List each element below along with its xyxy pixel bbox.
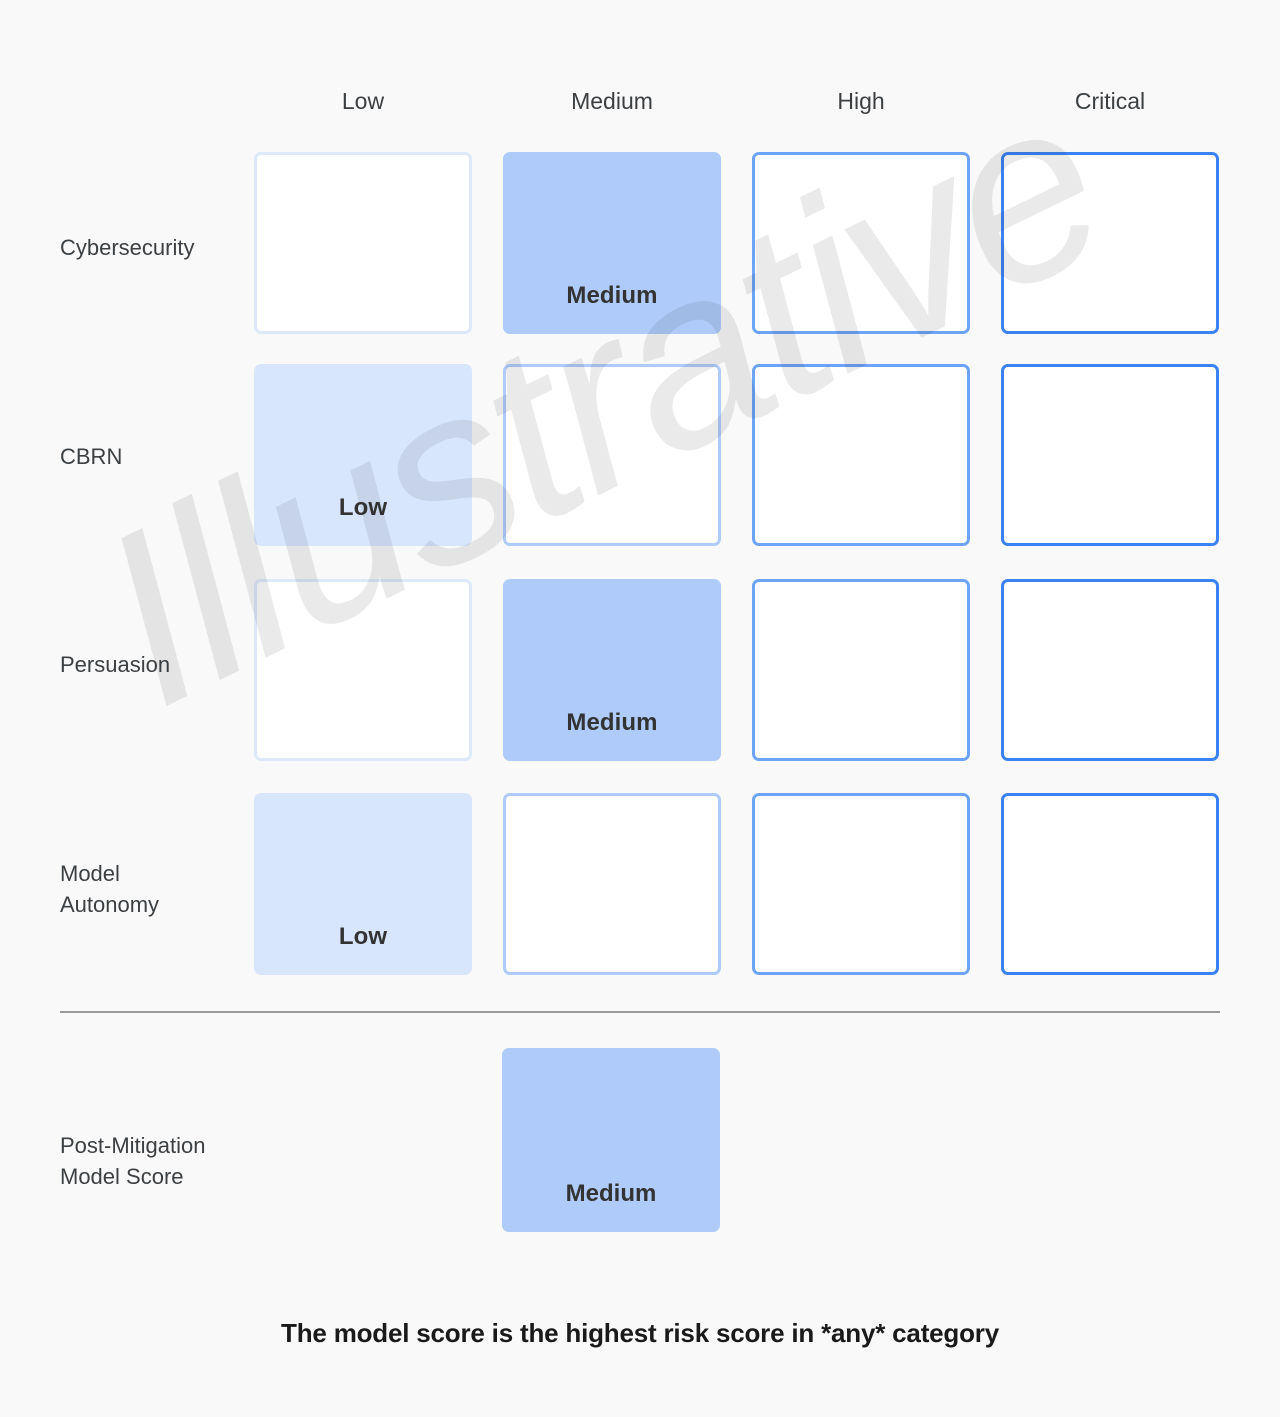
column-header-high: High (837, 88, 885, 114)
cell-persuasion-high[interactable] (752, 579, 970, 761)
figure-caption: The model score is the highest risk scor… (281, 1318, 999, 1348)
cell-model-autonomy-high[interactable] (752, 793, 970, 975)
row-label-cybersecurity: Cybersecurity (60, 235, 195, 260)
cell-model-autonomy-medium[interactable] (503, 793, 721, 975)
cell-cybersecurity-low[interactable] (254, 152, 472, 334)
cell-post-mitigation-model-score[interactable]: Medium (502, 1048, 720, 1232)
summary-row-label: Post-Mitigation Model Score (60, 1130, 300, 1192)
summary-row-label-text: Post-Mitigation Model Score (60, 1133, 206, 1189)
cell-cbrn-low[interactable]: Low (254, 364, 472, 546)
row-label-persuasion: Persuasion (60, 652, 171, 677)
cell-score-label: Medium (566, 282, 658, 309)
section-divider (60, 1011, 1220, 1013)
cell-score-label: Medium (566, 709, 658, 736)
cell-persuasion-low[interactable] (254, 579, 472, 761)
row-label-model-autonomy: Model Autonomy (60, 858, 250, 920)
cell-persuasion-medium[interactable]: Medium (503, 579, 721, 761)
cell-score-label: Low (338, 923, 388, 950)
cell-cybersecurity-critical[interactable] (1001, 152, 1219, 334)
risk-scorecard-page: Illustrative Low Medium High Critical Cy… (0, 0, 1280, 1417)
summary-score-label: Medium (565, 1180, 657, 1207)
cell-model-autonomy-low[interactable]: Low (254, 793, 472, 975)
cell-model-autonomy-critical[interactable] (1001, 793, 1219, 975)
cell-cbrn-critical[interactable] (1001, 364, 1219, 546)
cell-persuasion-critical[interactable] (1001, 579, 1219, 761)
cell-cybersecurity-high[interactable] (752, 152, 970, 334)
cell-cbrn-high[interactable] (752, 364, 970, 546)
column-header-medium: Medium (571, 88, 653, 114)
cell-cbrn-medium[interactable] (503, 364, 721, 546)
column-header-critical: Critical (1074, 88, 1146, 114)
cell-cybersecurity-medium[interactable]: Medium (503, 152, 721, 334)
row-label-cbrn: CBRN (60, 444, 123, 469)
cell-score-label: Low (338, 494, 388, 521)
row-label-model-autonomy-text: Model Autonomy (60, 861, 160, 917)
column-header-low: Low (341, 88, 385, 114)
